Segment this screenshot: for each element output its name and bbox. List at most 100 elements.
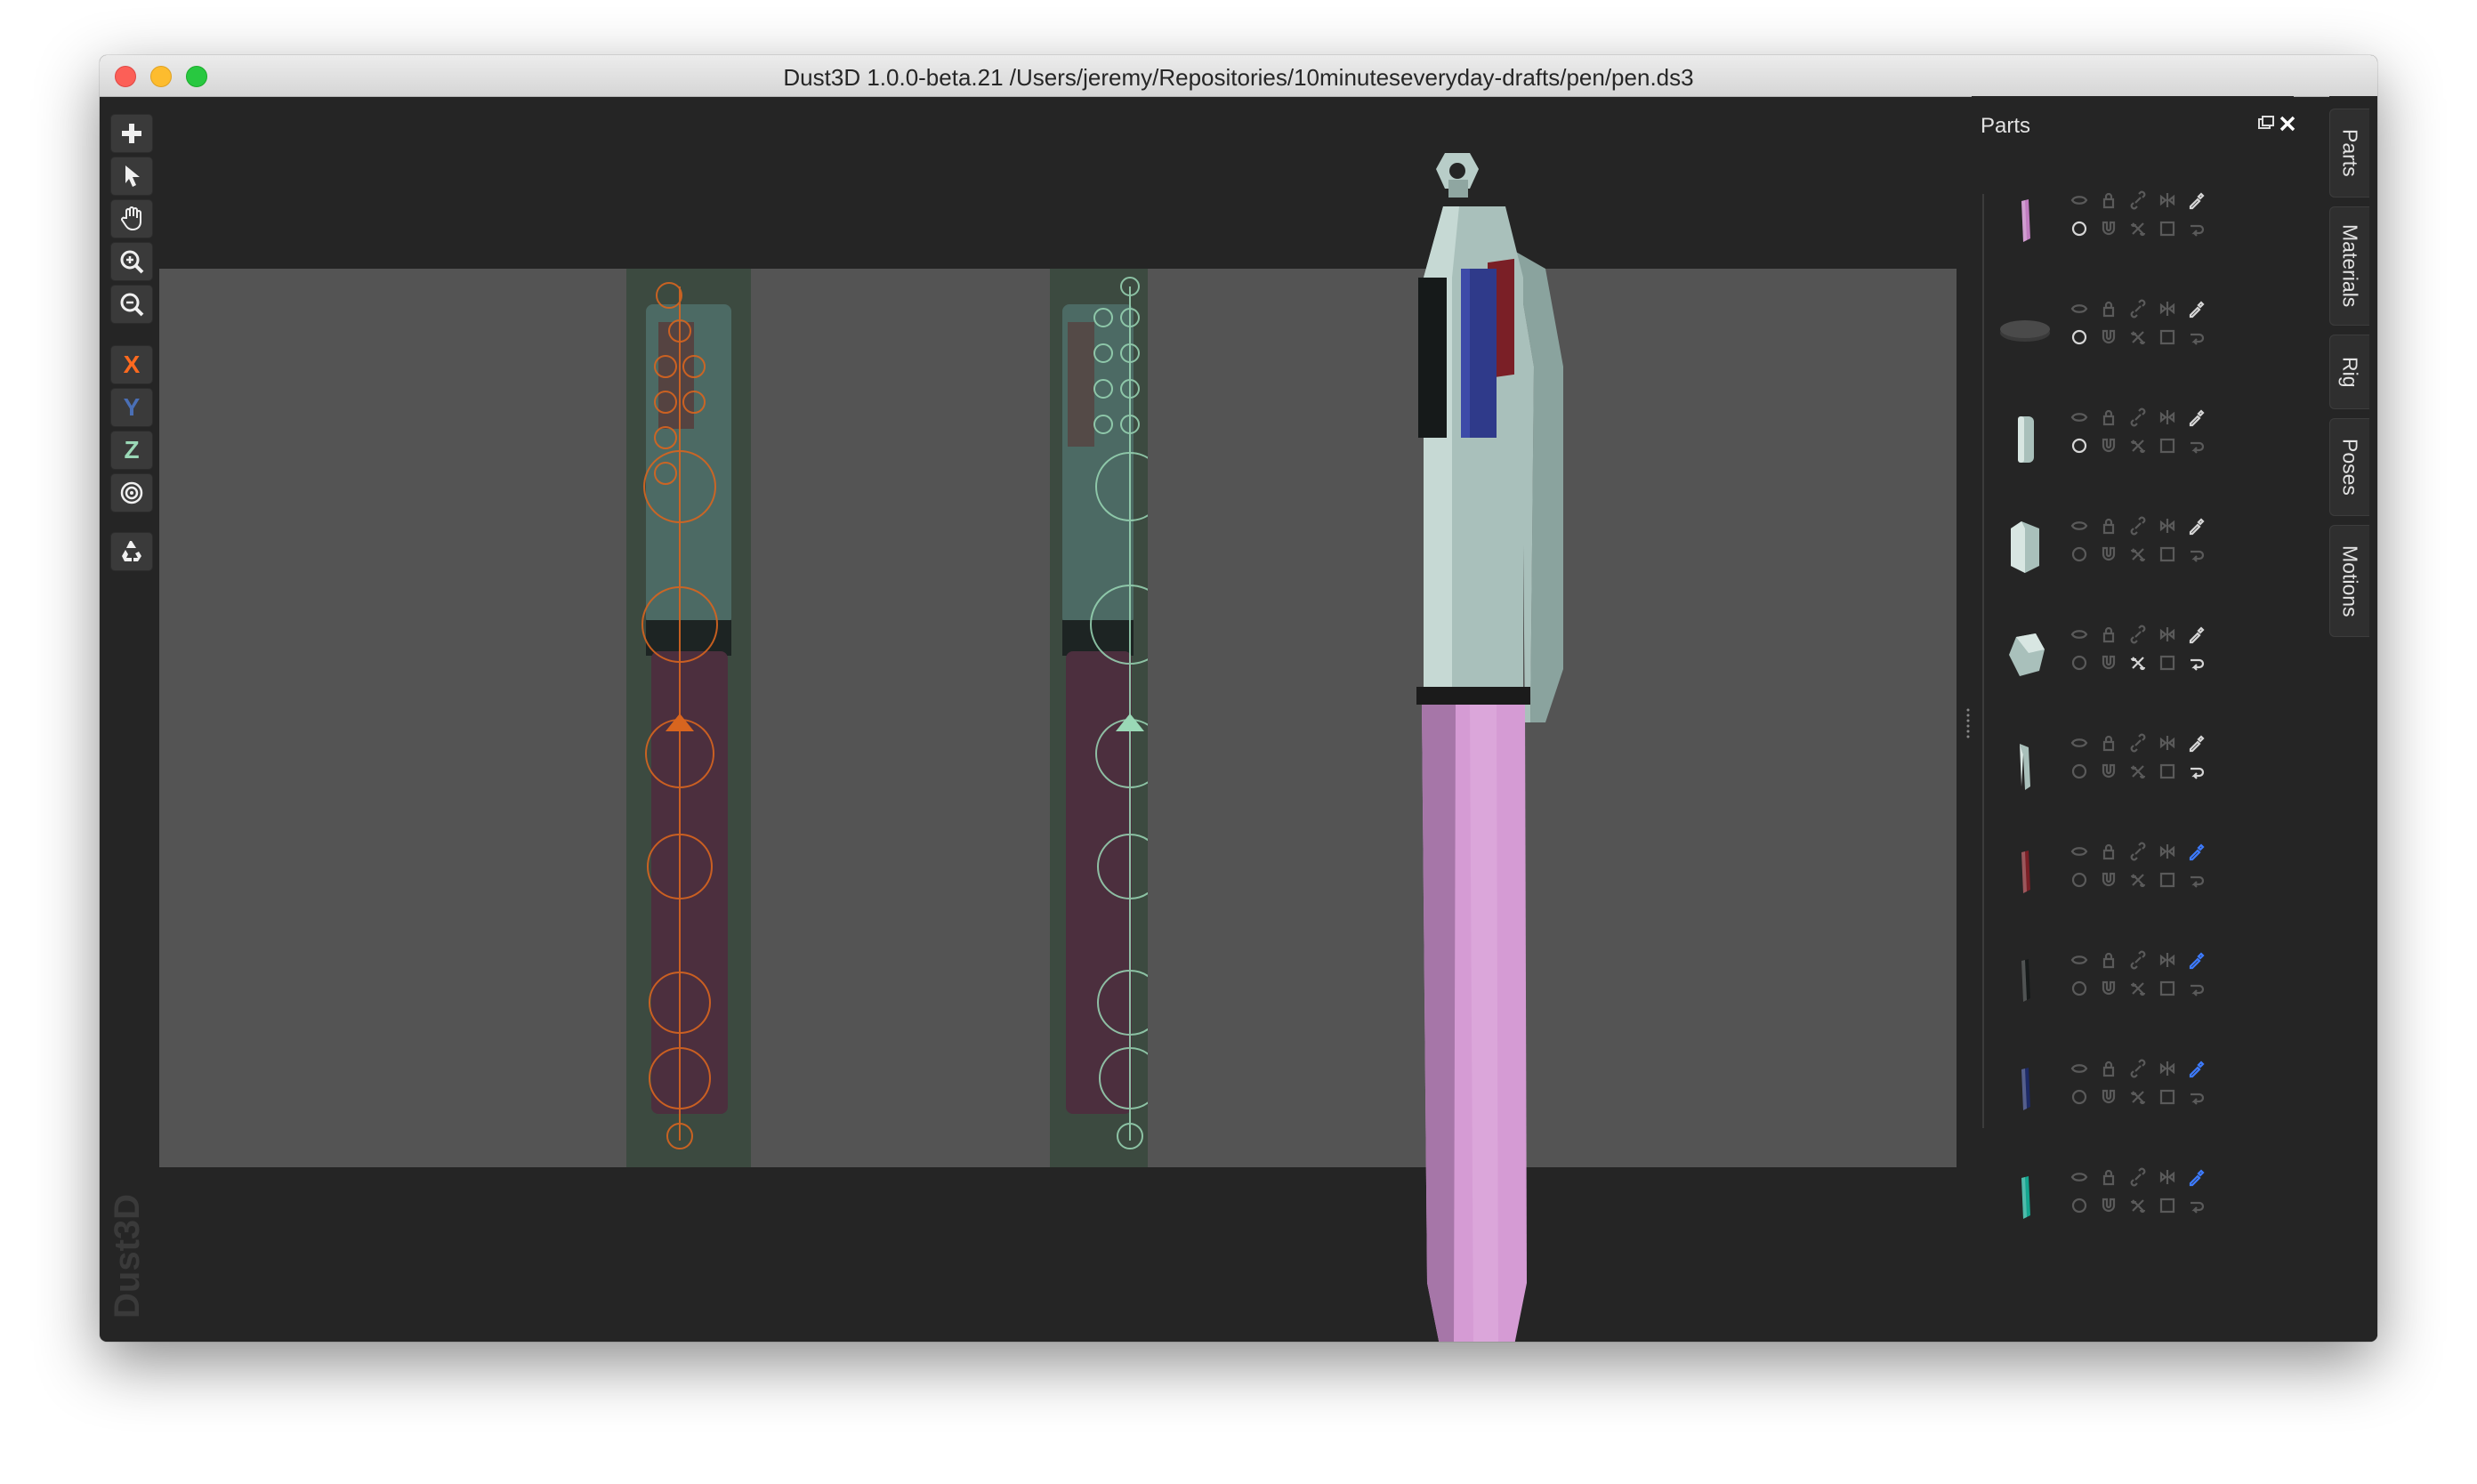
mirror-icon[interactable] — [2158, 190, 2177, 210]
eye-icon[interactable] — [2070, 190, 2089, 210]
part-item[interactable] — [1989, 829, 2274, 918]
undock-icon[interactable] — [2255, 112, 2278, 135]
magnet-icon[interactable] — [2099, 219, 2118, 238]
wrap-icon[interactable] — [2187, 1087, 2207, 1107]
subdivide-icon[interactable] — [2128, 436, 2148, 456]
panel-splitter-handle[interactable] — [1965, 705, 1971, 740]
color-picker-icon[interactable] — [2187, 299, 2207, 319]
roundend-icon[interactable] — [2070, 327, 2089, 347]
wrap-icon[interactable] — [2187, 653, 2207, 673]
color-picker-icon[interactable] — [2187, 516, 2207, 536]
part-preview-thumbnail[interactable] — [1989, 619, 2061, 690]
roundend-icon[interactable] — [2070, 762, 2089, 781]
select-button[interactable] — [110, 157, 153, 196]
part-item[interactable] — [1989, 1155, 2274, 1244]
subdivide-icon[interactable] — [2128, 870, 2148, 890]
chamfer-icon[interactable] — [2158, 1087, 2177, 1107]
lock-icon[interactable] — [2099, 516, 2118, 536]
regenerate-button[interactable] — [110, 532, 153, 571]
y-axis-button[interactable]: Y — [110, 388, 153, 427]
mirror-icon[interactable] — [2158, 516, 2177, 536]
roundend-icon[interactable] — [2070, 544, 2089, 564]
subdivide-icon[interactable] — [2128, 1087, 2148, 1107]
roundend-icon[interactable] — [2070, 653, 2089, 673]
mirror-icon[interactable] — [2158, 1059, 2177, 1078]
part-preview-thumbnail[interactable] — [1989, 511, 2061, 582]
part-item[interactable] — [1989, 612, 2274, 701]
color-picker-icon[interactable] — [2187, 733, 2207, 753]
link-icon[interactable] — [2128, 407, 2148, 427]
lock-icon[interactable] — [2099, 299, 2118, 319]
wrap-icon[interactable] — [2187, 436, 2207, 456]
part-item[interactable] — [1989, 395, 2274, 484]
radial-mirror-button[interactable] — [110, 473, 153, 512]
tab-parts[interactable]: Parts — [2329, 109, 2369, 198]
zoom-in-button[interactable] — [110, 242, 153, 281]
tab-motions[interactable]: Motions — [2329, 525, 2369, 637]
add-button[interactable] — [110, 114, 153, 153]
magnet-icon[interactable] — [2099, 1196, 2118, 1215]
mirror-icon[interactable] — [2158, 407, 2177, 427]
part-preview-thumbnail[interactable] — [1989, 294, 2061, 365]
link-icon[interactable] — [2128, 190, 2148, 210]
tab-poses[interactable]: Poses — [2329, 418, 2369, 516]
magnet-icon[interactable] — [2099, 436, 2118, 456]
chamfer-icon[interactable] — [2158, 544, 2177, 564]
link-icon[interactable] — [2128, 516, 2148, 536]
part-preview-thumbnail[interactable] — [1989, 728, 2061, 799]
roundend-icon[interactable] — [2070, 870, 2089, 890]
x-axis-button[interactable]: X — [110, 345, 153, 384]
lock-icon[interactable] — [2099, 190, 2118, 210]
chamfer-icon[interactable] — [2158, 327, 2177, 347]
eye-icon[interactable] — [2070, 842, 2089, 861]
part-item[interactable] — [1989, 178, 2274, 267]
color-picker-icon[interactable] — [2187, 950, 2207, 970]
subdivide-icon[interactable] — [2128, 979, 2148, 998]
front-reference-image[interactable] — [626, 269, 751, 1167]
magnet-icon[interactable] — [2099, 327, 2118, 347]
close-panel-icon[interactable] — [2276, 112, 2299, 135]
eye-icon[interactable] — [2070, 950, 2089, 970]
lock-icon[interactable] — [2099, 842, 2118, 861]
wrap-icon[interactable] — [2187, 219, 2207, 238]
roundend-icon[interactable] — [2070, 1087, 2089, 1107]
link-icon[interactable] — [2128, 1167, 2148, 1187]
mirror-icon[interactable] — [2158, 1167, 2177, 1187]
mirror-icon[interactable] — [2158, 625, 2177, 644]
wrap-icon[interactable] — [2187, 327, 2207, 347]
z-axis-button[interactable]: Z — [110, 431, 153, 470]
link-icon[interactable] — [2128, 299, 2148, 319]
color-picker-icon[interactable] — [2187, 625, 2207, 644]
link-icon[interactable] — [2128, 733, 2148, 753]
color-picker-icon[interactable] — [2187, 1167, 2207, 1187]
magnet-icon[interactable] — [2099, 1087, 2118, 1107]
chamfer-icon[interactable] — [2158, 436, 2177, 456]
chamfer-icon[interactable] — [2158, 219, 2177, 238]
color-picker-icon[interactable] — [2187, 1059, 2207, 1078]
lock-icon[interactable] — [2099, 407, 2118, 427]
roundend-icon[interactable] — [2070, 1196, 2089, 1215]
wrap-icon[interactable] — [2187, 544, 2207, 564]
color-picker-icon[interactable] — [2187, 842, 2207, 861]
part-preview-thumbnail[interactable] — [1989, 1162, 2061, 1233]
subdivide-icon[interactable] — [2128, 544, 2148, 564]
color-picker-icon[interactable] — [2187, 407, 2207, 427]
part-item[interactable] — [1989, 286, 2274, 375]
eye-icon[interactable] — [2070, 299, 2089, 319]
wrap-icon[interactable] — [2187, 762, 2207, 781]
subdivide-icon[interactable] — [2128, 327, 2148, 347]
wrap-icon[interactable] — [2187, 870, 2207, 890]
link-icon[interactable] — [2128, 842, 2148, 861]
magnet-icon[interactable] — [2099, 653, 2118, 673]
eye-icon[interactable] — [2070, 733, 2089, 753]
mirror-icon[interactable] — [2158, 950, 2177, 970]
chamfer-icon[interactable] — [2158, 762, 2177, 781]
part-preview-thumbnail[interactable] — [1989, 836, 2061, 907]
eye-icon[interactable] — [2070, 1059, 2089, 1078]
mirror-icon[interactable] — [2158, 733, 2177, 753]
magnet-icon[interactable] — [2099, 979, 2118, 998]
part-item[interactable] — [1989, 721, 2274, 810]
pen-3d-model[interactable] — [1381, 153, 1666, 1342]
pan-button[interactable] — [110, 199, 153, 238]
part-item[interactable] — [1989, 504, 2274, 593]
